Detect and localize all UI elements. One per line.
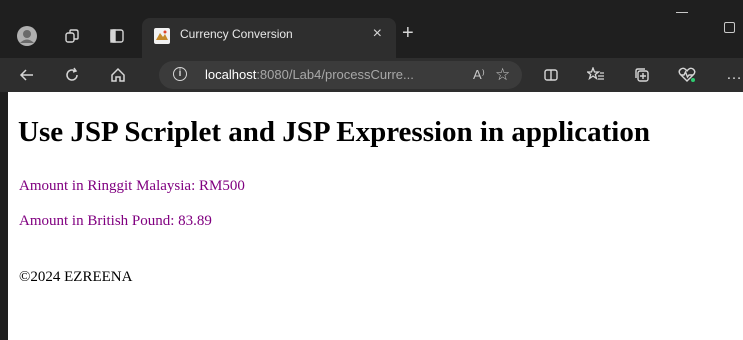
info-icon[interactable]: i bbox=[173, 67, 187, 81]
tab-currency-conversion[interactable]: Currency Conversion × bbox=[142, 18, 396, 58]
favicon bbox=[154, 28, 170, 44]
favorite-star-icon[interactable]: ☆ bbox=[495, 65, 510, 85]
page-viewport: Use JSP Scriplet and JSP Expression in a… bbox=[8, 92, 743, 340]
tab-title: Currency Conversion bbox=[180, 27, 293, 41]
page-heading: Use JSP Scriplet and JSP Expression in a… bbox=[18, 116, 650, 148]
back-icon[interactable] bbox=[17, 65, 37, 85]
ringgit-amount-text: Amount in Ringgit Malaysia: RM500 bbox=[19, 178, 245, 194]
workspaces-icon[interactable] bbox=[62, 26, 82, 46]
read-aloud-icon[interactable]: A⁾ bbox=[473, 67, 485, 83]
copyright-footer: ©2024 EZREENA bbox=[19, 269, 133, 285]
url-text[interactable]: localhost:8080/Lab4/processCurre... bbox=[205, 67, 414, 82]
home-icon[interactable] bbox=[108, 65, 128, 85]
maximize-icon[interactable] bbox=[724, 22, 735, 33]
profile-icon[interactable] bbox=[17, 26, 37, 46]
health-icon[interactable] bbox=[677, 65, 697, 85]
refresh-icon[interactable] bbox=[62, 65, 82, 85]
close-icon[interactable]: × bbox=[373, 25, 382, 43]
pound-amount-text: Amount in British Pound: 83.89 bbox=[19, 213, 212, 229]
tab-actions-icon[interactable] bbox=[107, 26, 127, 46]
more-icon[interactable]: … bbox=[724, 65, 743, 85]
minimize-icon[interactable] bbox=[676, 12, 688, 13]
collections-icon[interactable] bbox=[632, 65, 652, 85]
url-path: :8080/Lab4/processCurre... bbox=[256, 67, 414, 82]
address-bar[interactable]: i localhost:8080/Lab4/processCurre... A⁾… bbox=[159, 61, 522, 89]
navigation-bar: i localhost:8080/Lab4/processCurre... A⁾… bbox=[0, 58, 743, 92]
new-tab-icon[interactable]: + bbox=[402, 22, 414, 45]
tab-strip: Currency Conversion × + bbox=[0, 0, 743, 58]
split-screen-icon[interactable] bbox=[541, 65, 561, 85]
url-host: localhost bbox=[205, 67, 257, 82]
favorites-icon[interactable] bbox=[586, 65, 606, 85]
